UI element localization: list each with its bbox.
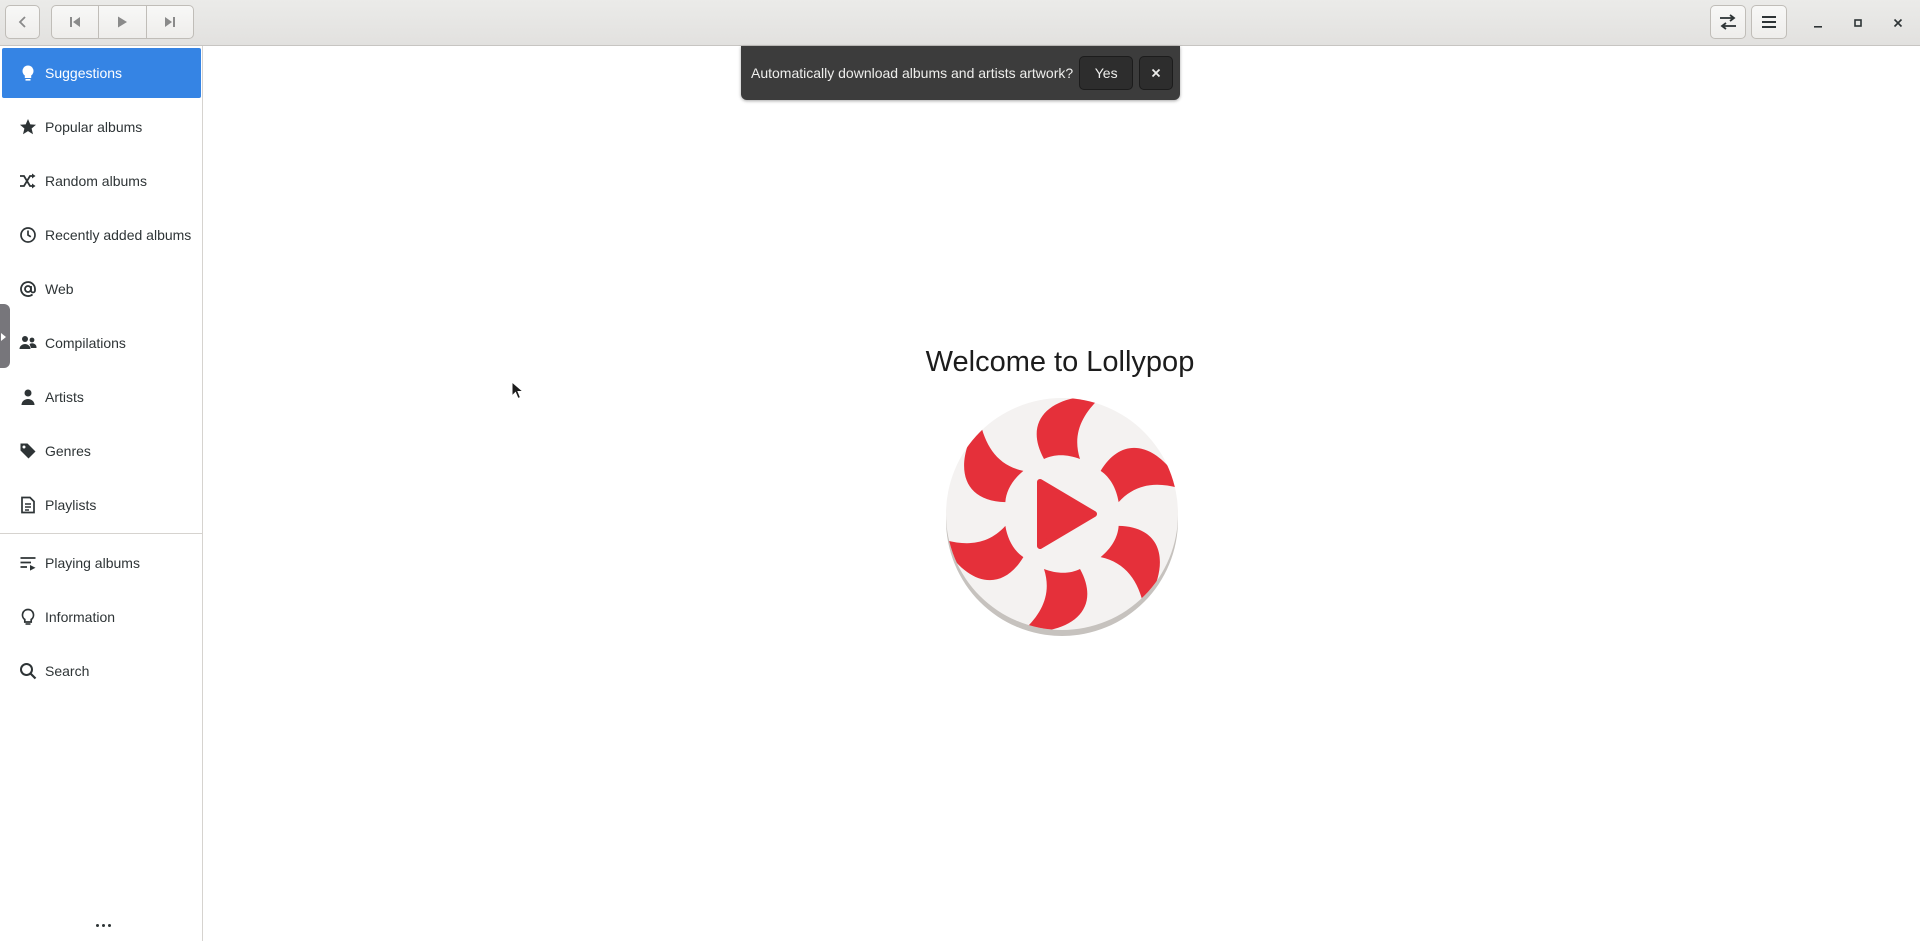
sidebar-item-web[interactable]: Web: [2, 264, 201, 314]
at-icon: [18, 279, 38, 299]
sidebar-item-search[interactable]: Search: [2, 646, 201, 696]
sidebar-item-artists[interactable]: Artists: [2, 372, 201, 422]
sidebar-toggle-handle[interactable]: [0, 304, 10, 368]
sidebar-more-button[interactable]: [92, 918, 114, 932]
lollypop-logo: [946, 398, 1178, 636]
header-bar: [0, 0, 1920, 46]
sidebar-item-label: Artists: [45, 389, 84, 405]
minimize-icon: [1814, 26, 1822, 28]
infobar-yes-button[interactable]: Yes: [1079, 56, 1134, 90]
sidebar-item-label: Suggestions: [45, 65, 123, 81]
infobar-close-button[interactable]: [1139, 56, 1174, 90]
sidebar-item-label: Playing albums: [45, 555, 140, 571]
previous-button[interactable]: [52, 6, 100, 38]
close-icon: [1893, 18, 1903, 28]
sidebar-item-popular-albums[interactable]: Popular albums: [2, 102, 201, 152]
close-window-button[interactable]: [1885, 10, 1911, 36]
more-dots-icon: [95, 923, 99, 927]
repeat-button[interactable]: [1710, 5, 1746, 39]
maximize-button[interactable]: [1845, 10, 1871, 36]
next-button[interactable]: [147, 6, 193, 38]
sidebar-item-label: Random albums: [45, 173, 147, 189]
mouse-pointer-icon: [511, 381, 525, 400]
person-icon: [18, 387, 38, 407]
minimize-button[interactable]: [1805, 10, 1831, 36]
document-list-icon: [18, 495, 38, 515]
queue-icon: [18, 553, 38, 573]
sidebar-item-information[interactable]: Information: [2, 592, 201, 642]
sidebar-item-label: Recently added albums: [45, 227, 192, 243]
tag-icon: [18, 441, 38, 461]
sidebar-separator: [0, 533, 203, 534]
lightbulb-icon: [18, 63, 38, 83]
sidebar-item-label: Genres: [45, 443, 91, 459]
sidebar-item-genres[interactable]: Genres: [2, 426, 201, 476]
star-icon: [18, 117, 38, 137]
play-icon: [118, 16, 128, 28]
maximize-icon: [1854, 19, 1862, 27]
sidebar: Suggestions Popular albums Random albums…: [0, 46, 203, 941]
sidebar-item-label: Information: [45, 609, 116, 625]
search-icon: [18, 661, 38, 681]
repeat-shuffle-icon: [1720, 14, 1736, 30]
infobar-message: Automatically download albums and artist…: [751, 65, 1074, 81]
clock-icon: [18, 225, 38, 245]
play-button[interactable]: [99, 6, 147, 38]
welcome-title: Welcome to Lollypop: [925, 346, 1195, 378]
sidebar-item-suggestions[interactable]: Suggestions: [2, 48, 201, 98]
playback-controls: [51, 5, 194, 39]
sidebar-item-random-albums[interactable]: Random albums: [2, 156, 201, 206]
skip-previous-icon: [70, 17, 81, 27]
sidebar-item-label: Web: [45, 281, 74, 297]
sidebar-item-label: Playlists: [45, 497, 97, 513]
chevron-left-icon: [18, 16, 26, 28]
main-menu-button[interactable]: [1751, 5, 1787, 39]
sidebar-item-playing-albums[interactable]: Playing albums: [2, 538, 201, 588]
sidebar-item-playlists[interactable]: Playlists: [2, 480, 201, 530]
sidebar-item-label: Compilations: [45, 335, 126, 351]
back-button[interactable]: [5, 5, 40, 39]
skip-next-icon: [164, 17, 175, 27]
hamburger-menu-icon: [1762, 16, 1776, 28]
people-icon: [18, 333, 38, 353]
sidebar-item-label: Search: [45, 663, 90, 679]
sidebar-item-compilations[interactable]: Compilations: [2, 318, 201, 368]
lightbulb-icon: [18, 607, 38, 627]
artwork-download-infobar: Automatically download albums and artist…: [741, 46, 1180, 100]
shuffle-icon: [18, 171, 38, 191]
sidebar-item-label: Popular albums: [45, 119, 143, 135]
close-icon: [1152, 68, 1161, 78]
sidebar-item-recently-added-albums[interactable]: Recently added albums: [2, 210, 201, 260]
